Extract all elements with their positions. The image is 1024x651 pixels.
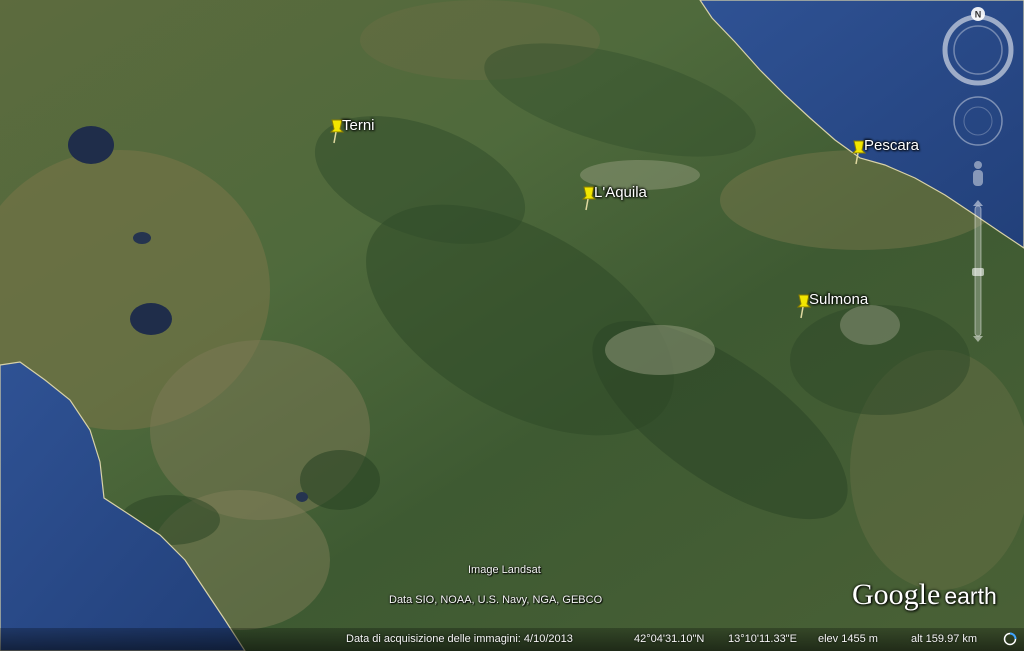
street-view-person-icon[interactable] [973,161,983,186]
map-viewport[interactable]: Terni L'Aquila Pescara Sulmona N Image L… [0,0,1024,651]
imagery-credit: Image Landsat [468,564,541,576]
elevation-readout: elev 1455 m [818,633,878,645]
imagery-date: Data di acquisizione delle immagini: 4/1… [346,633,573,645]
latitude-readout: 42°04'31.10"N [634,633,705,645]
lake [130,303,172,335]
longitude-readout: 13°10'11.33"E [728,633,797,645]
plateau [605,325,715,375]
status-bar: Data di acquisizione delle immagini: 4/1… [0,628,1024,651]
look-joystick-icon[interactable] [953,96,1003,146]
lake [133,232,151,244]
google-earth-logo: Google earth [852,578,997,612]
satellite-terrain[interactable] [0,0,1024,651]
placemark-label-terni[interactable]: Terni [342,117,375,134]
lake [68,126,114,164]
logo-google-text: Google [852,578,941,611]
streaming-indicator-icon [1003,632,1017,646]
mountain-ridge [300,450,380,510]
lake [296,492,308,502]
altitude-readout: alt 159.97 km [911,633,978,645]
north-indicator[interactable]: N [975,10,982,20]
placemark-label-sulmona[interactable]: Sulmona [809,291,868,308]
plateau [840,305,900,345]
navigation-controls[interactable]: N [940,6,1020,346]
placemark-label-pescara[interactable]: Pescara [864,137,919,154]
logo-earth-text: earth [944,583,997,609]
data-credit: Data SIO, NOAA, U.S. Navy, NGA, GEBCO [389,594,603,606]
placemark-label-laquila[interactable]: L'Aquila [594,184,647,201]
zoom-slider-icon[interactable] [972,200,984,342]
